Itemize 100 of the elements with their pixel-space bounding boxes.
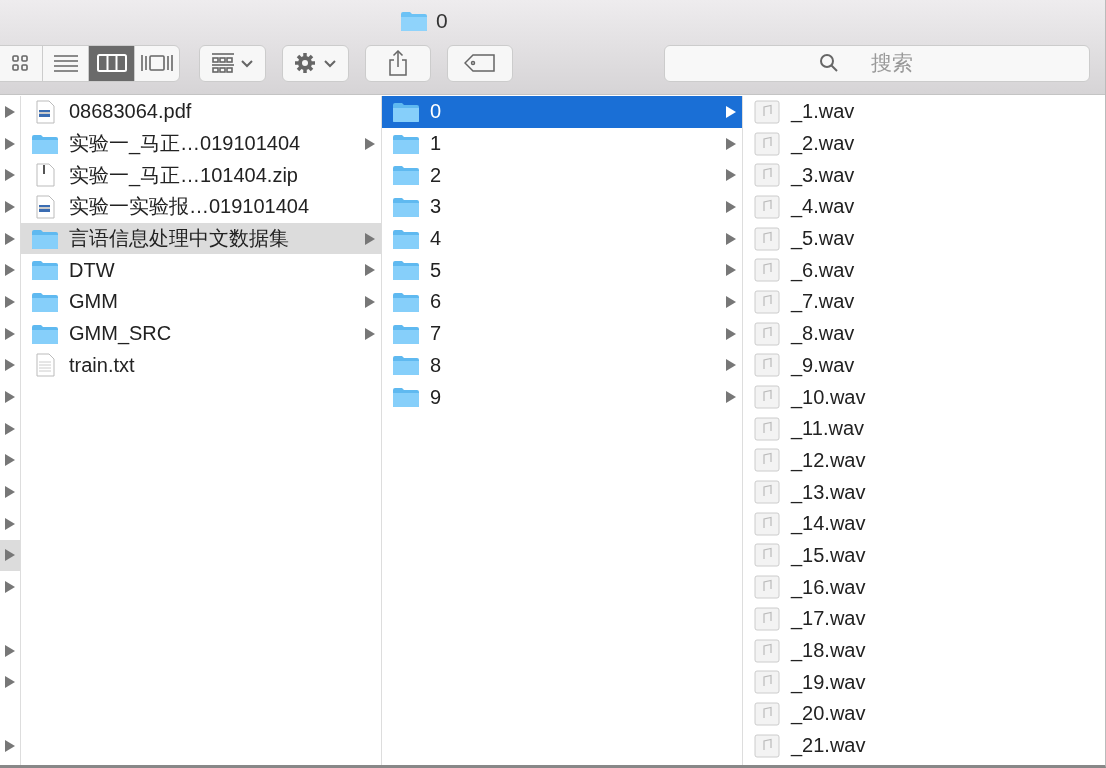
file-name: _4.wav xyxy=(791,195,856,219)
file-row[interactable]: _16.wav xyxy=(743,571,1105,603)
file-row[interactable]: _9.wav xyxy=(743,349,1105,382)
file-row[interactable]: _8.wav xyxy=(743,317,1105,350)
action-button[interactable] xyxy=(282,44,349,82)
file-row[interactable]: 7 xyxy=(382,317,742,350)
folder-icon xyxy=(31,227,59,250)
file-row[interactable]: 0 xyxy=(382,96,742,128)
folder-icon xyxy=(392,132,420,155)
arrange-button[interactable] xyxy=(199,44,266,82)
file-row[interactable]: _15.wav xyxy=(743,539,1105,572)
column-view-button[interactable] xyxy=(88,44,134,82)
file-name: _2.wav xyxy=(791,132,856,156)
disclosure-arrow-icon xyxy=(726,105,736,118)
cover-flow-view-button[interactable] xyxy=(134,44,180,82)
disclosure-arrow-icon xyxy=(5,200,15,213)
file-row[interactable]: 言语信息处理中文数据集 xyxy=(21,222,381,255)
file-name: 4 xyxy=(430,227,443,251)
file-row[interactable]: 5 xyxy=(382,254,742,287)
file-name: GMM xyxy=(69,290,119,314)
file-row[interactable]: 2 xyxy=(382,159,742,192)
audio-file-icon xyxy=(753,163,781,188)
file-row[interactable]: _7.wav xyxy=(743,286,1105,318)
icon-view-button[interactable] xyxy=(0,44,42,82)
file-row[interactable]: 实验一实验报…019101404 xyxy=(21,191,381,223)
file-row[interactable]: _1.wav xyxy=(743,96,1105,128)
disclosure-arrow-icon xyxy=(365,232,375,245)
search-field[interactable]: 搜索 xyxy=(664,44,1090,82)
file-row[interactable]: _4.wav xyxy=(743,191,1105,223)
file-name: _14.wav xyxy=(791,512,867,536)
file-row[interactable]: _5.wav xyxy=(743,222,1105,255)
file-row[interactable]: _19.wav xyxy=(743,666,1105,699)
list-view-button[interactable] xyxy=(42,44,88,82)
file-name: _9.wav xyxy=(791,353,856,377)
file-row[interactable]: 实验一_马正…019101404 xyxy=(21,127,381,160)
file-row[interactable]: 4 xyxy=(382,222,742,255)
audio-file-icon xyxy=(753,511,781,536)
grid-icon xyxy=(9,53,30,73)
disclosure-arrow-icon xyxy=(726,232,736,245)
file-name: _7.wav xyxy=(791,290,856,314)
disclosure-arrow-icon xyxy=(5,581,15,594)
file-name: 3 xyxy=(430,195,443,219)
file-name: GMM_SRC xyxy=(69,322,173,346)
file-row[interactable]: _6.wav xyxy=(743,254,1105,287)
disclosure-arrow-icon xyxy=(726,327,736,340)
file-row[interactable]: DTW xyxy=(21,254,381,287)
window-title: 0 xyxy=(436,9,448,33)
disclosure-arrow-icon xyxy=(365,327,375,340)
file-name: 1 xyxy=(430,132,443,156)
file-row[interactable]: GMM_SRC xyxy=(21,317,381,350)
folder-icon xyxy=(392,290,420,313)
audio-file-icon xyxy=(753,194,781,219)
disclosure-arrow-icon xyxy=(5,517,15,530)
file-row[interactable]: _17.wav xyxy=(743,603,1105,635)
disclosure-arrow-icon xyxy=(5,359,15,372)
file-row[interactable]: 08683064.pdf xyxy=(21,96,381,128)
tag-button[interactable] xyxy=(447,44,513,82)
audio-file-icon xyxy=(753,543,781,568)
folder-icon xyxy=(31,132,59,155)
disclosure-arrow-icon xyxy=(5,644,15,657)
file-row[interactable]: _10.wav xyxy=(743,381,1105,413)
gear-caret-icon xyxy=(293,52,338,74)
file-name: _16.wav xyxy=(791,575,867,599)
share-button[interactable] xyxy=(365,44,431,82)
folder-icon xyxy=(31,259,59,282)
file-row[interactable]: _12.wav xyxy=(743,444,1105,477)
file-row[interactable]: _14.wav xyxy=(743,507,1105,540)
file-name: 6 xyxy=(430,290,443,314)
file-row[interactable]: _18.wav xyxy=(743,634,1105,667)
disclosure-arrow-icon xyxy=(726,295,736,308)
file-row[interactable]: _11.wav xyxy=(743,412,1105,445)
file-row[interactable]: train.txt xyxy=(21,349,381,382)
disclosure-arrow-icon xyxy=(5,422,15,435)
file-row[interactable]: 9 xyxy=(382,381,742,413)
file-name: _5.wav xyxy=(791,227,856,251)
file-name: _20.wav xyxy=(791,702,867,726)
file-row[interactable]: _20.wav xyxy=(743,698,1105,730)
list-icon xyxy=(52,53,79,73)
file-row[interactable]: 8 xyxy=(382,349,742,382)
grid-caret-icon xyxy=(210,52,255,74)
file-row[interactable]: GMM xyxy=(21,286,381,318)
audio-file-icon xyxy=(753,448,781,473)
disclosure-arrow-icon xyxy=(5,486,15,499)
folder-icon xyxy=(392,227,420,250)
folder-icon xyxy=(31,290,59,313)
disclosure-arrow-icon xyxy=(726,200,736,213)
file-row[interactable]: _2.wav xyxy=(743,127,1105,160)
file-row[interactable]: _21.wav xyxy=(743,729,1105,762)
file-row[interactable]: 实验一_马正…101404.zip xyxy=(21,159,381,192)
file-row[interactable]: _13.wav xyxy=(743,476,1105,508)
disclosure-arrow-icon xyxy=(726,264,736,277)
file-row[interactable]: 1 xyxy=(382,127,742,160)
folder-icon xyxy=(392,195,420,218)
file-row[interactable]: 6 xyxy=(382,286,742,318)
file-name: _21.wav xyxy=(791,734,867,758)
file-row[interactable]: 3 xyxy=(382,191,742,223)
file-name: DTW xyxy=(69,258,116,282)
file-row[interactable]: _3.wav xyxy=(743,159,1105,192)
search-icon xyxy=(819,52,839,73)
file-name: _18.wav xyxy=(791,639,867,663)
